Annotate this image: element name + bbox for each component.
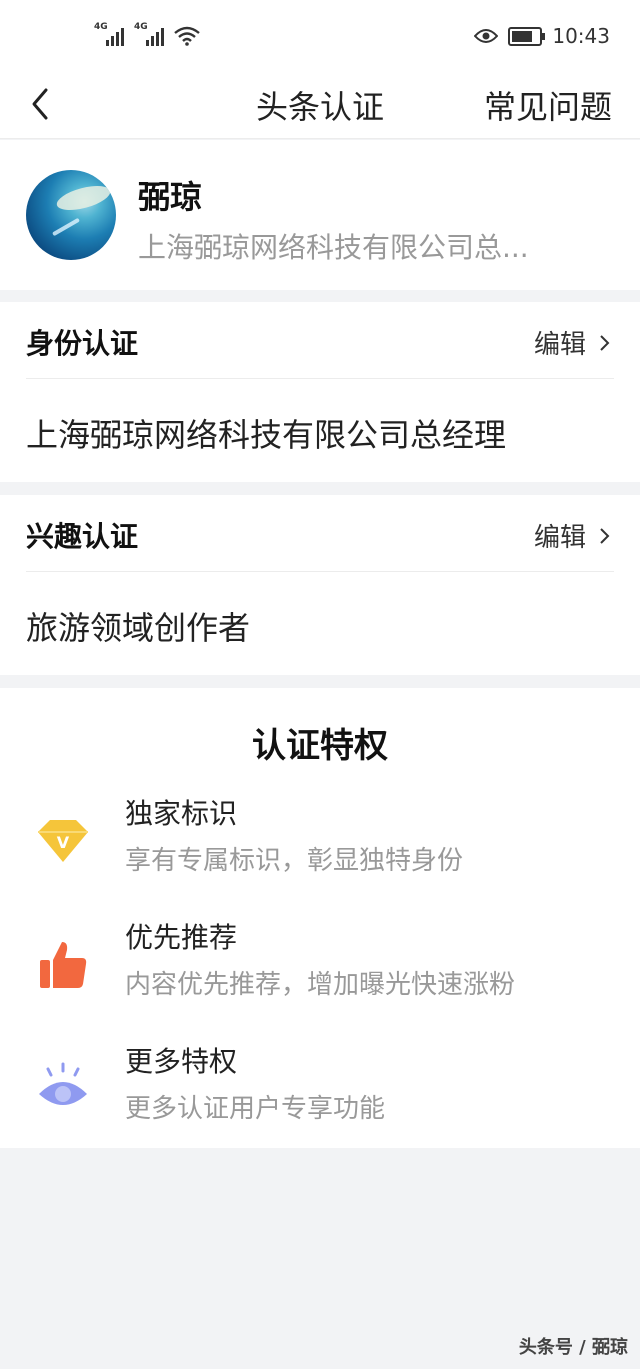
network-type-label: 4G — [134, 22, 148, 32]
edit-label: 编辑 — [533, 330, 586, 360]
privilege-item: 更多特权 更多认证用户专享功能 — [0, 1040, 640, 1150]
identity-cert-value: 上海弼琼网络科技有限公司总经理 — [26, 416, 507, 454]
identity-cert-title: 身份认证 — [26, 327, 139, 360]
interest-cert-header: 兴趣认证 编辑 — [26, 495, 614, 572]
signal-icon: 4G — [134, 22, 164, 46]
eye-comfort-icon — [474, 29, 499, 43]
watermark: 头条号 / 弼琼 — [518, 1337, 628, 1358]
diamond-icon: V — [38, 820, 88, 862]
back-arrow-icon[interactable] — [24, 84, 64, 124]
identity-edit-button[interactable]: 编辑 — [534, 324, 614, 361]
profile-subtitle: 上海弼琼网络科技有限公司总... — [138, 231, 529, 264]
interest-cert-title: 兴趣认证 — [26, 520, 139, 553]
interest-cert-card: 兴趣认证 编辑 旅游领域创作者 — [0, 495, 640, 675]
chevron-right-icon — [600, 334, 610, 351]
edit-label: 编辑 — [533, 523, 586, 553]
privileges-section: 认证特权 V 独家标识 享有专属标识，彰显独特身份 优先推荐 内容优先推荐，增加… — [0, 688, 640, 1148]
eye-icon — [39, 1062, 87, 1105]
network-type-label: 4G — [94, 22, 108, 32]
signal-icon: 4G — [94, 22, 124, 46]
status-bar: 4G 4G 10:43 — [0, 0, 640, 70]
avatar — [26, 170, 116, 260]
privilege-desc: 内容优先推荐，增加曝光快速涨粉 — [125, 970, 516, 1000]
interest-cert-value: 旅游领域创作者 — [26, 609, 251, 647]
profile-card: 弼琼 上海弼琼网络科技有限公司总... — [0, 140, 640, 290]
privilege-title: 独家标识 — [125, 797, 238, 830]
identity-cert-card: 身份认证 编辑 上海弼琼网络科技有限公司总经理 — [0, 302, 640, 482]
privilege-item: 优先推荐 内容优先推荐，增加曝光快速涨粉 — [0, 916, 640, 1026]
chevron-right-icon — [600, 527, 610, 544]
identity-cert-header: 身份认证 编辑 — [26, 302, 614, 379]
battery-icon — [508, 26, 546, 46]
faq-link[interactable]: 常见问题 — [484, 82, 612, 128]
profile-name: 弼琼 — [138, 178, 203, 216]
privilege-item: V 独家标识 享有专属标识，彰显独特身份 — [0, 792, 640, 902]
wifi-icon — [174, 26, 200, 46]
privilege-title: 优先推荐 — [125, 921, 238, 954]
interest-edit-button[interactable]: 编辑 — [534, 517, 614, 554]
clock: 10:43 — [552, 24, 610, 48]
privileges-title: 认证特权 — [252, 726, 388, 766]
status-right: 10:43 — [474, 24, 610, 48]
privilege-desc: 更多认证用户专享功能 — [125, 1094, 386, 1124]
nav-bar: 头条认证 常见问题 — [0, 70, 640, 139]
privilege-title: 更多特权 — [125, 1045, 238, 1078]
privilege-desc: 享有专属标识，彰显独特身份 — [125, 846, 464, 876]
thumbs-up-icon — [40, 942, 87, 988]
network-indicators: 4G 4G — [94, 22, 200, 46]
svg-text:V: V — [57, 833, 70, 852]
